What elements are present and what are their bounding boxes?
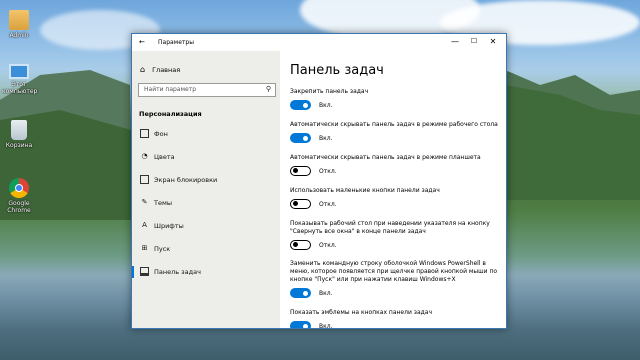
recycle-bin-icon	[11, 120, 27, 140]
setting-peek-desktop: Показывать рабочий стол при наведении ук…	[290, 220, 490, 250]
sidebar-item-background[interactable]: Фон	[132, 124, 280, 144]
maximize-button[interactable]: ☐	[465, 37, 483, 45]
lock-taskbar-toggle[interactable]	[290, 100, 311, 110]
sidebar: ⌂ Главная Найти параметр ⚲ Персонализаци…	[132, 51, 280, 328]
sidebar-item-lock-screen[interactable]: Экран блокировки	[132, 170, 280, 190]
setting-powershell: Заменить командную строку оболочкой Wind…	[290, 260, 498, 298]
chrome-icon	[9, 178, 29, 198]
setting-small-buttons: Использовать маленькие кнопки панели зад…	[290, 187, 440, 209]
search-input[interactable]: Найти параметр ⚲	[138, 83, 276, 97]
sidebar-item-themes[interactable]: ✎ Темы	[132, 193, 280, 213]
main-content: Панель задач Закрепить панель задач Вкл.…	[280, 51, 506, 328]
sidebar-item-taskbar[interactable]: Панель задач	[132, 262, 280, 282]
window-title: Параметры	[158, 39, 194, 46]
minimize-button[interactable]: —	[446, 37, 464, 46]
sidebar-item-colors[interactable]: ◔ Цвета	[132, 147, 280, 167]
autohide-desktop-toggle[interactable]	[290, 133, 311, 143]
page-title: Панель задач	[290, 63, 384, 78]
themes-icon: ✎	[141, 198, 148, 206]
peek-desktop-toggle[interactable]	[290, 240, 311, 250]
home-icon: ⌂	[140, 65, 146, 74]
settings-window: ← Параметры — ☐ ✕ ⌂ Главная Найти параме…	[131, 33, 507, 329]
search-icon: ⚲	[265, 85, 271, 93]
start-icon: ⊞	[141, 244, 148, 252]
desktop-icon-computer[interactable]: Этот компьютер	[2, 64, 37, 95]
small-buttons-toggle[interactable]	[290, 199, 311, 209]
search-placeholder: Найти параметр	[144, 86, 196, 93]
desktop-icon-chrome[interactable]: Google Chrome	[2, 178, 36, 214]
sidebar-item-fonts[interactable]: A Шрифты	[132, 216, 280, 236]
palette-icon: ◔	[141, 152, 148, 160]
computer-icon	[9, 64, 29, 79]
home-label: Главная	[152, 65, 181, 74]
picture-icon	[140, 129, 149, 138]
taskbar-icon	[140, 267, 149, 276]
setting-lock-taskbar: Закрепить панель задач Вкл.	[290, 88, 369, 110]
desktop-icon-recycle-bin[interactable]: Корзина	[2, 120, 36, 149]
show-badges-toggle[interactable]	[290, 321, 311, 328]
sidebar-section-title: Персонализация	[139, 110, 202, 118]
setting-autohide-tablet: Автоматически скрывать панель задач в ре…	[290, 154, 481, 176]
autohide-tablet-toggle[interactable]	[290, 166, 311, 176]
sidebar-home[interactable]: ⌂ Главная	[140, 65, 180, 74]
close-button[interactable]: ✕	[484, 37, 502, 46]
lock-screen-icon	[140, 175, 149, 184]
sidebar-item-start[interactable]: ⊞ Пуск	[132, 239, 280, 259]
fonts-icon: A	[142, 221, 147, 229]
title-bar: ← Параметры — ☐ ✕	[132, 34, 506, 51]
setting-show-badges: Показать эмблемы на кнопках панели задач…	[290, 309, 500, 328]
desktop-icon-admin[interactable]: Admin	[2, 10, 36, 39]
powershell-toggle[interactable]	[290, 288, 311, 298]
user-folder-icon	[9, 10, 29, 30]
back-arrow-icon[interactable]: ←	[139, 38, 145, 46]
setting-autohide-desktop: Автоматически скрывать панель задач в ре…	[290, 121, 498, 143]
